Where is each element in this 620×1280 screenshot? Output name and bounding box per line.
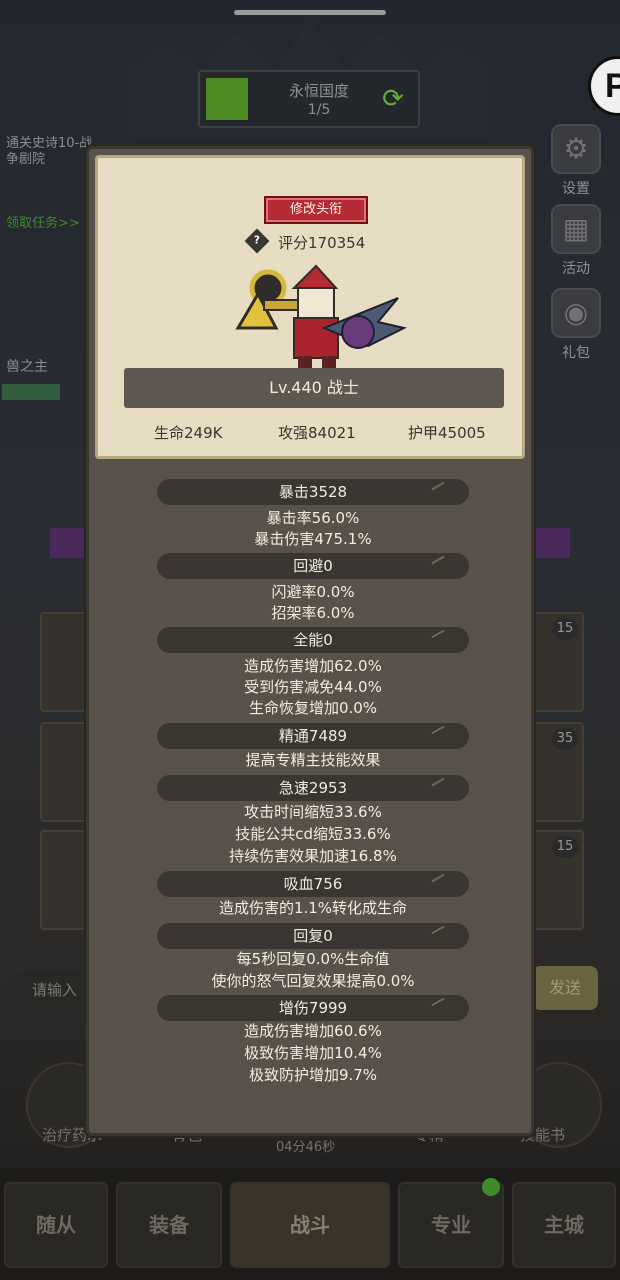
settings-label: 设置	[562, 181, 590, 197]
hp-stat: 生命249K	[154, 424, 223, 442]
boss-name: 兽之主	[6, 359, 48, 375]
attr-line: 攻击时间缩短33.6%	[244, 803, 382, 821]
events-label: 活动	[562, 261, 590, 277]
tab-main-city[interactable]: 主城	[512, 1182, 616, 1268]
character-summary: 修改头衔 ? 评分170354 Lv.440 战士 生命249K 攻强84021…	[95, 155, 525, 459]
slot-count-badge: 15	[552, 836, 578, 858]
armor-stat: 护甲45005	[408, 424, 486, 442]
attr-line: 极致防护增加9.7%	[248, 1066, 378, 1084]
stage-progress-block	[206, 78, 248, 120]
warrior-character-icon	[235, 264, 407, 372]
attack-stat: 攻强84021	[278, 424, 356, 442]
attr-line: 使你的怒气回复效果提高0.0%	[211, 972, 415, 990]
slot-count-badge: 35	[552, 728, 578, 750]
attr-header-lifesteal: 吸血756	[157, 871, 469, 897]
purple-bar-left	[50, 528, 90, 558]
bottom-navigation: 随从 装备 战斗 专业 主城	[0, 1168, 620, 1280]
chat-input[interactable]: 请输入	[14, 972, 94, 1008]
attr-header-crit: 暴击3528	[157, 479, 469, 505]
settings-button[interactable]: ⚙ 设置	[546, 124, 606, 198]
attr-line: 招架率6.0%	[271, 604, 355, 622]
send-button[interactable]: 发送	[532, 966, 598, 1010]
attr-line: 造成伤害的1.1%转化成生命	[218, 899, 408, 917]
level-class-bar: Lv.440 战士	[124, 368, 504, 408]
calendar-icon: ▦	[551, 204, 601, 254]
attr-line: 造成伤害增加60.6%	[244, 1022, 382, 1040]
attr-line: 持续伤害效果加速16.8%	[229, 847, 397, 865]
attr-line: 每5秒回复0.0%生命值	[236, 950, 390, 968]
skill-slot[interactable]: 15	[530, 830, 584, 930]
gift-icon: ◉	[551, 288, 601, 338]
stage-title: 永恒国度	[288, 82, 349, 100]
skill-slot[interactable]: 15	[530, 612, 584, 712]
tab-battle[interactable]: 战斗	[230, 1182, 390, 1268]
attr-line: 技能公共cd缩短33.6%	[235, 825, 391, 843]
attr-line: 闪避率0.0%	[271, 583, 355, 601]
attr-line: 极致伤害增加10.4%	[244, 1044, 382, 1062]
slot-count-badge: 15	[552, 618, 578, 640]
attr-header-haste: 急速2953	[157, 775, 469, 801]
power-score: 评分170354	[278, 234, 366, 252]
attr-header-dodge: 回避0	[157, 553, 469, 579]
skill-slot[interactable]: 35	[530, 722, 584, 822]
countdown-timer: 04分46秒	[276, 1140, 336, 1155]
attr-line: 造成伤害增加62.0%	[244, 657, 382, 675]
stage-banner: 永恒国度 1/5 ⟳	[198, 70, 420, 128]
attr-line: 提高专精主技能效果	[245, 751, 381, 769]
attr-header-damage-bonus: 增伤7999	[157, 995, 469, 1021]
events-button[interactable]: ▦ 活动	[546, 204, 606, 278]
refresh-icon[interactable]: ⟳	[378, 84, 408, 114]
change-title-button[interactable]: 修改头衔	[264, 196, 368, 224]
attr-line: 受到伤害减免44.0%	[244, 678, 382, 696]
quest-title: 通关史诗10-战争剧院	[6, 136, 93, 167]
attr-line: 暴击伤害475.1%	[254, 530, 372, 548]
tab-equipment[interactable]: 装备	[116, 1182, 222, 1268]
stage-progress: 1/5	[307, 102, 331, 118]
character-stats-panel: 修改头衔 ? 评分170354 Lv.440 战士 生命249K 攻强84021…	[86, 146, 534, 1136]
attr-header-regen: 回复0	[157, 923, 469, 949]
gift-pack-label: 礼包	[562, 345, 590, 361]
help-icon[interactable]: ?	[244, 228, 270, 254]
core-stats: 生命249K 攻强84021 护甲45005	[98, 422, 528, 446]
tab-followers[interactable]: 随从	[4, 1182, 108, 1268]
attr-line: 生命恢复增加0.0%	[248, 699, 378, 717]
attr-line: 暴击率56.0%	[266, 509, 360, 527]
notification-dot	[482, 1178, 500, 1196]
boss-level-tag	[2, 384, 60, 400]
attr-header-mastery: 精通7489	[157, 723, 469, 749]
home-indicator	[234, 10, 386, 15]
gift-pack-button[interactable]: ◉ 礼包	[546, 288, 606, 362]
gear-icon: ⚙	[551, 124, 601, 174]
attr-header-versatility: 全能0	[157, 627, 469, 653]
claim-quest-link[interactable]: 领取任务>>	[6, 212, 80, 231]
